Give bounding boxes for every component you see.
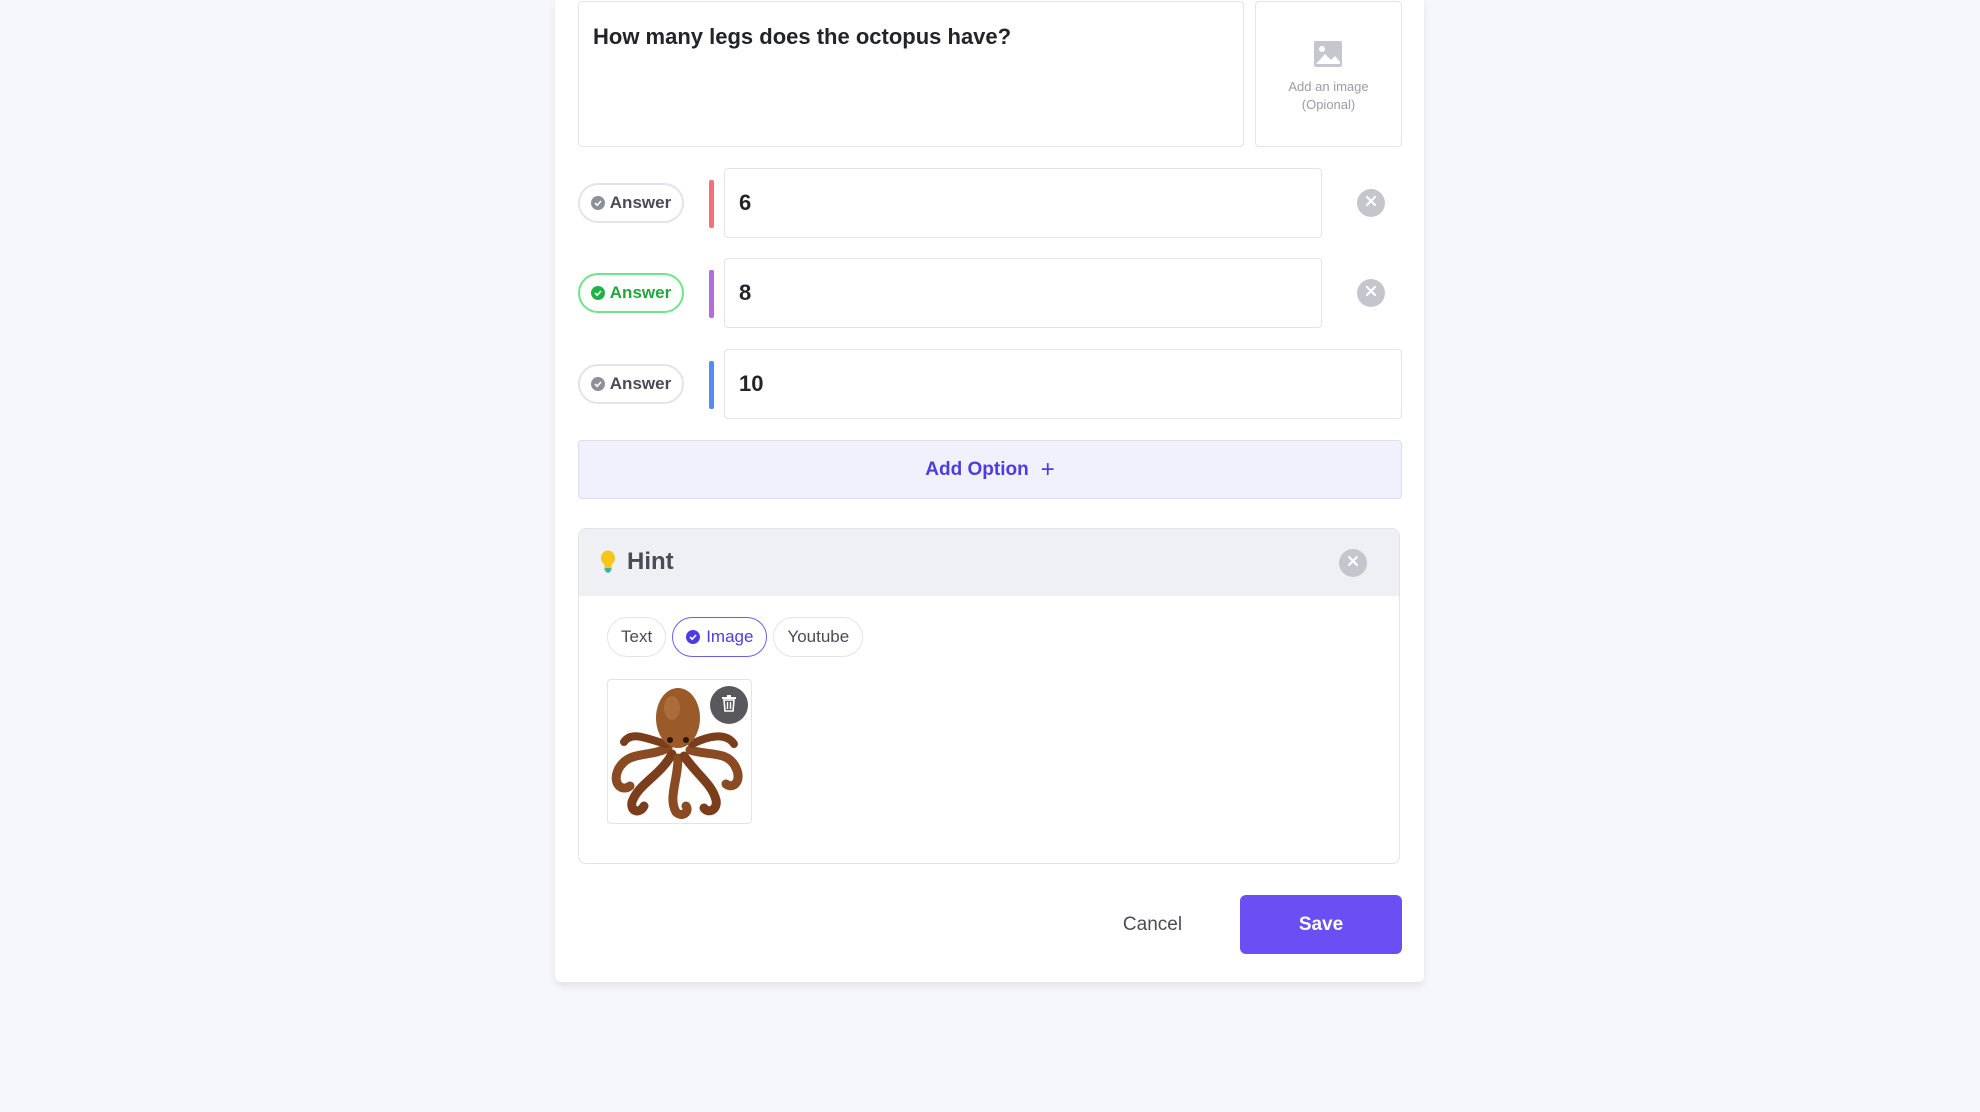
option-color-bar [709, 361, 714, 409]
add-option-button[interactable]: Add Option + [578, 440, 1402, 499]
answer-pill-label: Answer [609, 374, 672, 393]
hint-header: Hint [579, 529, 1399, 596]
tab-label: Youtube [787, 627, 850, 646]
close-icon [1364, 284, 1378, 303]
add-option-label: Add Option [925, 458, 1029, 480]
check-icon [686, 630, 701, 644]
option-row: Answer 6 [578, 168, 1424, 238]
option-input[interactable]: 6 [724, 168, 1322, 238]
cancel-label: Cancel [1122, 914, 1183, 935]
remove-hint-button[interactable] [1339, 549, 1367, 577]
mark-correct-toggle[interactable]: Answer [578, 364, 684, 404]
mark-correct-toggle[interactable]: Answer [578, 273, 684, 313]
option-input[interactable]: 10 [724, 349, 1402, 419]
check-icon [590, 286, 605, 300]
save-button[interactable]: Save [1240, 895, 1402, 954]
close-icon [1346, 554, 1360, 573]
check-icon [590, 196, 605, 210]
mark-correct-toggle[interactable]: Answer [578, 183, 684, 223]
trash-icon [721, 694, 737, 717]
answer-pill-label: Answer [609, 193, 672, 212]
hint-type-tabs: Text Image Youtube [607, 617, 864, 657]
option-value: 10 [739, 371, 764, 396]
delete-image-button[interactable] [710, 686, 748, 724]
hint-title: Hint [627, 548, 674, 575]
question-textarea[interactable]: How many legs does the octopus have? [578, 1, 1244, 147]
tab-youtube[interactable]: Youtube [773, 617, 864, 657]
question-text: How many legs does the octopus have? [593, 24, 1012, 49]
add-image-button[interactable]: Add an image (Opional) [1255, 1, 1402, 147]
close-icon [1364, 194, 1378, 213]
save-label: Save [1298, 913, 1344, 935]
tab-image[interactable]: Image [672, 617, 768, 657]
option-input[interactable]: 8 [724, 258, 1322, 328]
hint-panel: Hint Text Image Youtube [578, 528, 1400, 864]
add-image-optional-label: (Opional) [1301, 97, 1356, 112]
check-icon [590, 377, 605, 391]
option-value: 6 [739, 190, 752, 215]
remove-option-button[interactable] [1357, 279, 1385, 307]
add-image-label: Add an image [1288, 79, 1369, 94]
remove-option-button[interactable] [1357, 189, 1385, 217]
option-row: Answer 10 [578, 349, 1424, 419]
option-color-bar [709, 180, 714, 228]
hint-image-thumbnail [607, 679, 752, 824]
image-icon [1313, 40, 1343, 73]
tab-text[interactable]: Text [607, 617, 667, 657]
option-value: 8 [739, 280, 752, 305]
option-row: Answer 8 [578, 258, 1424, 328]
tab-label: Image [706, 627, 754, 646]
question-editor-card: How many legs does the octopus have? Add… [555, 0, 1424, 982]
option-color-bar [709, 270, 714, 318]
plus-icon: + [1040, 455, 1055, 483]
answer-pill-label: Answer [609, 283, 672, 302]
lightbulb-icon [600, 550, 616, 579]
tab-label: Text [621, 627, 653, 646]
cancel-button[interactable]: Cancel [1091, 896, 1214, 954]
